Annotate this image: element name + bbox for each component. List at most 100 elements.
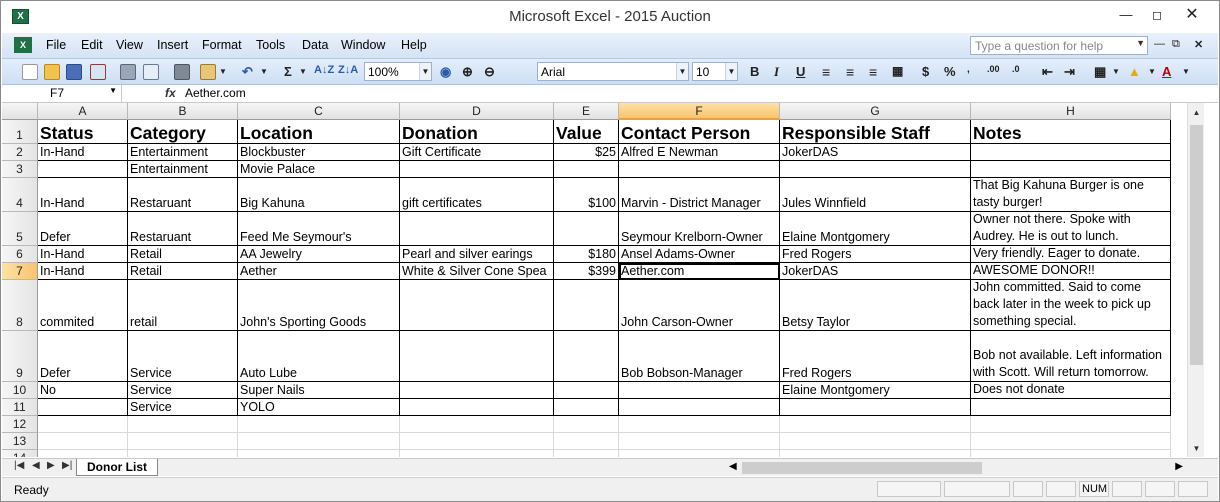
table-cell[interactable]: Restaruant: [128, 212, 238, 246]
table-cell[interactable]: [619, 399, 780, 416]
row-header[interactable]: 2: [2, 144, 38, 161]
bold-button[interactable]: B: [750, 64, 759, 79]
table-cell[interactable]: $399: [554, 263, 619, 280]
table-cell[interactable]: [780, 399, 971, 416]
column-title-cell[interactable]: Donation: [400, 120, 554, 144]
help-search-input[interactable]: Type a question for help ▼: [970, 36, 1148, 55]
help-icon[interactable]: ◉: [440, 64, 451, 80]
table-cell[interactable]: Bob not available. Left information with…: [971, 331, 1171, 382]
underline-button[interactable]: U: [796, 64, 805, 79]
paste-icon[interactable]: [200, 64, 216, 80]
cut-icon[interactable]: [174, 64, 190, 80]
row-header[interactable]: 8: [2, 280, 38, 331]
font-size-select[interactable]: 10 ▼: [692, 62, 738, 81]
table-cell[interactable]: Ansel Adams-Owner: [619, 246, 780, 263]
table-cell[interactable]: [971, 144, 1171, 161]
scroll-right-icon[interactable]: ▶: [1175, 461, 1183, 472]
menu-insert[interactable]: Insert: [157, 38, 188, 52]
table-cell[interactable]: JokerDAS: [780, 144, 971, 161]
table-cell[interactable]: John Carson-Owner: [619, 280, 780, 331]
table-cell[interactable]: $100: [554, 178, 619, 212]
column-header-b[interactable]: B: [128, 103, 238, 120]
table-cell[interactable]: JokerDAS: [780, 263, 971, 280]
formula-input[interactable]: Aether.com: [185, 86, 246, 100]
table-cell[interactable]: [971, 433, 1171, 450]
last-sheet-icon[interactable]: ▶|: [62, 460, 72, 471]
table-cell[interactable]: [554, 280, 619, 331]
table-cell[interactable]: AA Jewelry: [238, 246, 400, 263]
table-cell[interactable]: Betsy Taylor: [780, 280, 971, 331]
table-cell[interactable]: Bob Bobson-Manager: [619, 331, 780, 382]
table-cell[interactable]: Service: [128, 399, 238, 416]
table-cell[interactable]: commited: [38, 280, 128, 331]
undo-dropdown-icon[interactable]: ▼: [260, 67, 268, 76]
table-cell[interactable]: [554, 399, 619, 416]
table-cell[interactable]: Entertainment: [128, 144, 238, 161]
chevron-down-icon[interactable]: ▼: [676, 63, 688, 80]
table-cell[interactable]: [400, 450, 554, 457]
table-cell[interactable]: Jules Winnfield: [780, 178, 971, 212]
scroll-up-icon[interactable]: ▲: [1188, 105, 1205, 121]
row-header[interactable]: 10: [2, 382, 38, 399]
menu-help[interactable]: Help: [401, 38, 427, 52]
table-cell[interactable]: [128, 433, 238, 450]
table-cell[interactable]: Does not donate: [971, 382, 1171, 399]
table-cell[interactable]: Movie Palace: [238, 161, 400, 178]
horizontal-scrollbar[interactable]: ◀ ▶: [726, 461, 1186, 475]
table-cell[interactable]: [400, 399, 554, 416]
table-cell[interactable]: [619, 382, 780, 399]
print-preview-icon[interactable]: [143, 64, 159, 80]
menu-format[interactable]: Format: [202, 38, 242, 52]
row-header[interactable]: 1: [2, 120, 38, 144]
fill-color-icon[interactable]: ▲: [1128, 64, 1141, 79]
table-cell[interactable]: [780, 433, 971, 450]
table-cell[interactable]: Big Kahuna: [238, 178, 400, 212]
table-cell[interactable]: In-Hand: [38, 263, 128, 280]
vertical-scrollbar[interactable]: ▲ ▼: [1187, 103, 1204, 457]
scroll-left-icon[interactable]: ◀: [729, 461, 737, 472]
fill-dropdown-icon[interactable]: ▼: [1148, 67, 1156, 76]
column-title-cell[interactable]: Location: [238, 120, 400, 144]
table-cell[interactable]: [400, 433, 554, 450]
table-cell[interactable]: [780, 416, 971, 433]
workbook-minimize-icon[interactable]: —: [1154, 38, 1165, 50]
menu-edit[interactable]: Edit: [81, 38, 103, 52]
sort-descending-icon[interactable]: Z↓A: [338, 64, 358, 76]
paste-dropdown-icon[interactable]: ▼: [219, 67, 227, 76]
table-cell[interactable]: Gift Certificate: [400, 144, 554, 161]
chevron-down-icon[interactable]: ▼: [725, 63, 737, 80]
table-cell[interactable]: [400, 416, 554, 433]
table-cell[interactable]: [971, 416, 1171, 433]
table-cell[interactable]: White & Silver Cone Spea: [400, 263, 554, 280]
undo-icon[interactable]: ↶: [242, 64, 253, 80]
row-header[interactable]: 3: [2, 161, 38, 178]
table-cell[interactable]: Owner not there. Spoke with Audrey. He i…: [971, 212, 1171, 246]
table-cell[interactable]: [38, 433, 128, 450]
font-color-dropdown-icon[interactable]: ▼: [1182, 67, 1190, 76]
table-cell[interactable]: [128, 450, 238, 457]
zoom-out-icon[interactable]: ⊖: [484, 64, 495, 80]
table-cell[interactable]: [38, 161, 128, 178]
table-cell[interactable]: [238, 416, 400, 433]
decrease-decimal-icon[interactable]: .0: [1012, 64, 1020, 74]
table-cell[interactable]: In-Hand: [38, 144, 128, 161]
table-cell[interactable]: Restaruant: [128, 178, 238, 212]
workbook-restore-icon[interactable]: ⧉: [1172, 38, 1180, 51]
table-cell[interactable]: Super Nails: [238, 382, 400, 399]
table-cell[interactable]: [619, 433, 780, 450]
table-cell[interactable]: Elaine Montgomery: [780, 382, 971, 399]
table-cell[interactable]: That Big Kahuna Burger is one tasty burg…: [971, 178, 1171, 212]
column-header-c[interactable]: C: [238, 103, 400, 120]
table-cell[interactable]: [971, 399, 1171, 416]
workbook-icon[interactable]: X: [14, 37, 32, 53]
column-header-f[interactable]: F: [619, 103, 780, 120]
row-header[interactable]: 13: [2, 433, 38, 450]
table-cell[interactable]: Pearl and silver earings: [400, 246, 554, 263]
fx-icon[interactable]: fx: [165, 86, 176, 100]
open-icon[interactable]: [44, 64, 60, 80]
table-cell[interactable]: Service: [128, 382, 238, 399]
table-cell[interactable]: [619, 161, 780, 178]
table-cell[interactable]: [400, 161, 554, 178]
sheet-tab-donor-list[interactable]: Donor List: [76, 459, 158, 476]
table-cell[interactable]: $180: [554, 246, 619, 263]
